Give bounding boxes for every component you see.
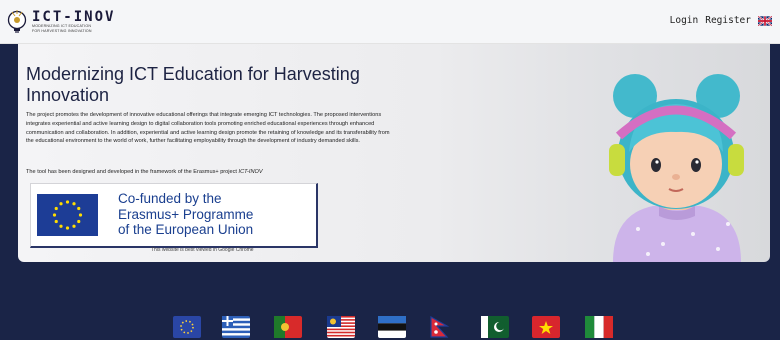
eu-star	[59, 224, 63, 228]
eu-star	[54, 219, 58, 224]
eu-star	[72, 224, 76, 228]
erasmus-line-1: Co-funded by the	[118, 191, 222, 206]
logo-title: ICT-INOV	[32, 9, 116, 26]
page-title: Modernizing ICT Education for Harvesting…	[26, 64, 360, 105]
eu-star	[72, 202, 76, 206]
estonia-flag-icon[interactable]	[378, 316, 406, 338]
pakistan-flag-icon[interactable]	[481, 316, 509, 338]
eu-star	[78, 213, 83, 217]
avatar-illustration	[609, 74, 744, 262]
eu-stars-icon	[37, 194, 98, 236]
note-project-name: ICT-INOV	[238, 169, 263, 175]
logo-subtitle-2: FOR HARVESTING INNOVATION	[32, 29, 92, 33]
site-logo[interactable]: ICT-INOV MODERNIZING ICT EDUCATION FOR H…	[6, 8, 115, 36]
note-prefix: The tool has been designed and developed…	[26, 169, 239, 175]
eu-star	[77, 219, 81, 224]
greece-flag-icon[interactable]	[222, 316, 250, 338]
hero-banner: Modernizing ICT Education for Harvesting…	[18, 44, 770, 262]
eu-star	[59, 202, 63, 206]
eu-flag-icon[interactable]	[173, 316, 201, 338]
erasmus-logo-card[interactable]: Co-funded by the Erasmus+ Programme of t…	[30, 183, 318, 248]
account-links: Login Register	[670, 15, 772, 26]
eu-star	[65, 200, 70, 204]
erasmus-text: Co-funded by the Erasmus+ Programme of t…	[118, 191, 253, 238]
project-note: The tool has been designed and developed…	[26, 168, 398, 176]
italy-flag-icon[interactable]	[585, 316, 613, 338]
nepal-flag-icon[interactable]	[428, 316, 456, 338]
erasmus-line-3: of the European Union	[118, 222, 254, 237]
eu-star	[65, 226, 70, 230]
lightbulb-logo-icon	[7, 10, 27, 33]
vietnam-flag-icon[interactable]	[532, 316, 560, 338]
login-link[interactable]: Login	[670, 15, 699, 26]
uk-flag-icon[interactable]	[758, 15, 772, 26]
eu-star	[77, 206, 81, 211]
partner-flags	[0, 310, 780, 340]
erasmus-line-2: Erasmus+ Programme	[118, 206, 254, 222]
eu-star	[54, 206, 58, 211]
eu-star	[52, 213, 57, 217]
portugal-flag-icon[interactable]	[274, 316, 302, 338]
malaysia-flag-icon[interactable]	[327, 316, 355, 338]
browser-note: This website is best viewed in Google Ch…	[151, 247, 254, 253]
top-bar: ICT-INOV MODERNIZING ICT EDUCATION FOR H…	[0, 0, 780, 44]
project-description: The project promotes the development of …	[26, 112, 390, 145]
register-link[interactable]: Register	[705, 15, 751, 26]
